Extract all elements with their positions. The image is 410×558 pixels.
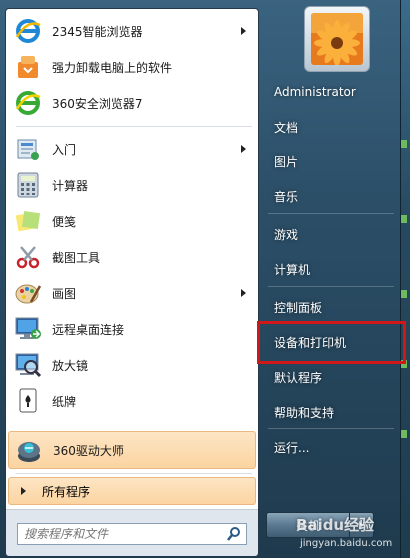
watermark-url: jingyan.baidu.com (300, 538, 393, 549)
calculator-icon (12, 169, 44, 201)
user-avatar-frame[interactable] (304, 6, 370, 72)
music-link[interactable]: 音乐 (266, 182, 398, 210)
paint-icon (12, 277, 44, 309)
search-icon[interactable] (226, 526, 242, 542)
all-programs-label: 所有程序 (42, 484, 91, 499)
separator (268, 286, 394, 287)
annotation-highlight-box (257, 321, 406, 364)
programs-pane: 2345智能浏览器 强力卸载电脑上的软件 360安全浏览器7 入门 计算器 便笺… (5, 8, 259, 556)
run-link[interactable]: 运行... (266, 433, 398, 461)
separator (268, 213, 394, 214)
search-input[interactable] (18, 524, 226, 544)
uninstaller-icon (12, 51, 44, 83)
getting-started-icon (12, 133, 44, 165)
program-item-360-driver[interactable]: 360驱动大师 (8, 431, 256, 469)
program-item-magnifier[interactable]: 放大镜 (8, 347, 256, 383)
search-box[interactable] (17, 523, 247, 545)
360-browser-icon (12, 87, 44, 119)
magnifier-icon (12, 349, 44, 381)
games-link[interactable]: 游戏 (266, 220, 398, 248)
program-item-solitaire[interactable]: 纸牌 (8, 383, 256, 419)
program-item-paint[interactable]: 画图 (8, 275, 256, 311)
avatar (311, 13, 363, 65)
sticky-notes-icon (12, 205, 44, 237)
all-programs-button[interactable]: 所有程序 (8, 477, 256, 505)
program-item-remote-desktop[interactable]: 远程桌面连接 (8, 311, 256, 347)
program-label: 画图 (52, 286, 77, 301)
program-label: 计算器 (52, 178, 89, 193)
program-label: 2345智能浏览器 (52, 24, 143, 39)
program-label: 便笺 (52, 214, 77, 229)
program-label: 远程桌面连接 (52, 322, 125, 337)
submenu-arrow-icon (241, 145, 246, 153)
program-item-2345-browser[interactable]: 2345智能浏览器 (8, 13, 256, 49)
documents-link[interactable]: 文档 (266, 113, 398, 141)
submenu-arrow-icon (241, 27, 246, 35)
watermark-brand: Baidu经验 (296, 516, 375, 534)
program-label: 360安全浏览器7 (52, 96, 143, 111)
program-item-getting-started[interactable]: 入门 (8, 131, 256, 167)
program-label: 360驱动大师 (53, 443, 124, 458)
submenu-arrow-icon (241, 289, 246, 297)
program-item-calculator[interactable]: 计算器 (8, 167, 256, 203)
program-item-snipping-tool[interactable]: 截图工具 (8, 239, 256, 275)
program-item-uninstaller[interactable]: 强力卸载电脑上的软件 (8, 49, 256, 85)
separator (268, 428, 394, 429)
separator (16, 126, 252, 127)
program-label: 纸牌 (52, 394, 77, 409)
program-label: 入门 (52, 142, 77, 157)
program-label: 截图工具 (52, 250, 101, 265)
360-driver-icon (13, 434, 45, 466)
program-item-360-browser[interactable]: 360安全浏览器7 (8, 85, 256, 121)
help-and-support-link[interactable]: 帮助和支持 (266, 398, 398, 426)
start-menu: 2345智能浏览器 强力卸载电脑上的软件 360安全浏览器7 入门 计算器 便笺… (0, 0, 406, 558)
search-area (6, 509, 258, 556)
program-label: 放大镜 (52, 358, 89, 373)
computer-link[interactable]: 计算机 (266, 255, 398, 283)
solitaire-icon (12, 385, 44, 417)
pictures-link[interactable]: 图片 (266, 147, 398, 175)
program-item-sticky-notes[interactable]: 便笺 (8, 203, 256, 239)
snipping-tool-icon (12, 241, 44, 273)
ie-browser-icon (12, 15, 44, 47)
default-programs-link[interactable]: 默认程序 (266, 363, 398, 391)
remote-desktop-icon (12, 313, 44, 345)
control-panel-link[interactable]: 控制面板 (266, 293, 398, 321)
separator (16, 473, 252, 474)
program-label: 强力卸载电脑上的软件 (52, 60, 173, 75)
user-name-link[interactable]: Administrator (266, 78, 398, 106)
all-programs-arrow-icon (21, 487, 26, 495)
